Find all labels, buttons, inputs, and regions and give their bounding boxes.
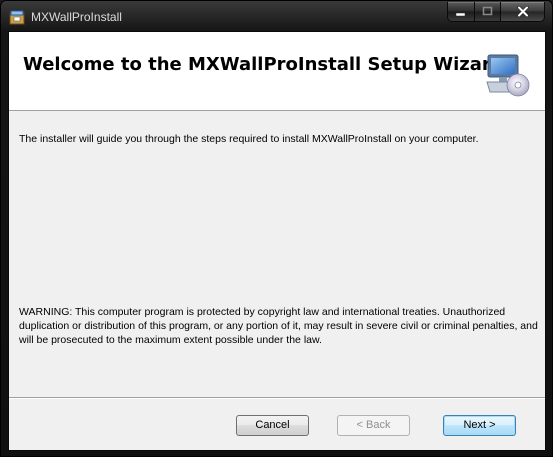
installer-app-icon[interactable] — [9, 9, 25, 25]
next-button[interactable]: Next > — [443, 415, 516, 436]
setup-computer-cd-icon — [485, 52, 531, 98]
minimize-button[interactable] — [447, 2, 474, 22]
dialog-client-area: Welcome to the MXWallProInstall Setup Wi… — [8, 31, 546, 451]
window-title: MXWallProInstall — [31, 10, 122, 24]
maximize-button[interactable] — [474, 2, 500, 22]
installer-window: MXWallProInstall Welcome to the MXWallPr… — [0, 0, 553, 457]
intro-text: The installer will guide you through the… — [19, 133, 479, 145]
minimize-icon — [455, 12, 466, 16]
header-banner: Welcome to the MXWallProInstall Setup Wi… — [9, 32, 545, 111]
cancel-button[interactable]: Cancel — [236, 415, 309, 436]
copyright-warning: WARNING: This computer program is protec… — [19, 306, 538, 346]
wizard-title: Welcome to the MXWallProInstall Setup Wi… — [23, 54, 504, 75]
button-separator — [9, 397, 545, 399]
maximize-icon — [482, 6, 492, 16]
title-bar[interactable]: MXWallProInstall — [1, 1, 552, 31]
close-button[interactable] — [500, 2, 545, 22]
back-button[interactable]: < Back — [337, 415, 410, 436]
close-icon — [516, 6, 529, 17]
window-controls — [447, 2, 545, 22]
